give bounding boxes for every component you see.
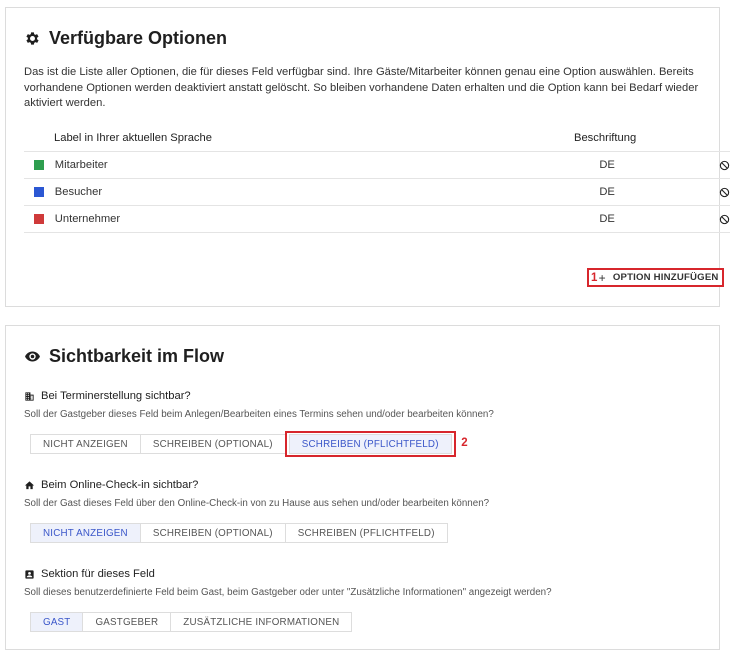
- column-header-label: Label in Ihrer aktuellen Sprache: [54, 132, 212, 144]
- visibility-title: Sichtbarkeit im Flow: [24, 346, 224, 367]
- section-field-heading: Sektion für dieses Feld: [24, 568, 155, 580]
- home-icon: [24, 480, 35, 491]
- color-swatch: [34, 160, 44, 170]
- section-heading-text: Beim Online-Check-in sichtbar?: [41, 479, 199, 491]
- options-title: Verfügbare Optionen: [24, 28, 227, 49]
- options-description: Das ist die Liste aller Optionen, die fü…: [24, 66, 699, 109]
- segment-option[interactable]: GAST: [30, 612, 84, 632]
- options-title-text: Verfügbare Optionen: [49, 28, 228, 48]
- section-appointment-hint: Soll der Gastgeber dieses Feld beim Anle…: [24, 409, 494, 420]
- eye-icon: [24, 348, 41, 365]
- ban-icon[interactable]: [707, 187, 730, 198]
- visibility-title-text: Sichtbarkeit im Flow: [49, 346, 225, 366]
- options-card: Verfügbare Optionen Das ist die Liste al…: [5, 7, 730, 307]
- gear-icon: [24, 30, 41, 47]
- segment-option[interactable]: SCHREIBEN (PFLICHTFELD): [288, 434, 452, 454]
- table-row: Besucher DE: [24, 179, 730, 206]
- segment-option[interactable]: ZUSÄTZLICHE INFORMATIONEN: [170, 612, 353, 632]
- table-header: Label in Ihrer aktuellen Sprache Beschri…: [24, 132, 730, 152]
- option-label: Besucher: [54, 186, 103, 198]
- option-language: DE: [599, 186, 615, 198]
- column-header-description: Beschriftung: [574, 132, 637, 144]
- segment-option[interactable]: SCHREIBEN (PFLICHTFELD): [284, 523, 448, 543]
- table-row: Unternehmer DE: [24, 206, 730, 233]
- building-icon: [24, 391, 35, 402]
- checkin-visibility-group: NICHT ANZEIGEN SCHREIBEN (OPTIONAL) SCHREI…: [30, 523, 448, 543]
- appointment-visibility-group: NICHT ANZEIGEN SCHREIBEN (OPTIONAL) SCHREI…: [30, 431, 468, 457]
- contact-card-icon: [24, 569, 35, 580]
- color-swatch: [34, 214, 44, 224]
- option-language: DE: [599, 213, 615, 225]
- annotation-badge: 1: [591, 271, 598, 284]
- ban-icon[interactable]: [707, 214, 730, 225]
- color-swatch: [34, 187, 44, 197]
- visibility-card: Sichtbarkeit im Flow Bei Terminerstellun…: [5, 325, 720, 650]
- section-field-hint: Soll dieses benutzerdefinierte Feld beim…: [24, 587, 552, 598]
- option-label: Unternehmer: [54, 213, 121, 225]
- section-checkin-hint: Soll der Gast dieses Feld über den Onlin…: [24, 498, 490, 509]
- add-option-button[interactable]: 1 + OPTION HINZUFÜGEN: [587, 268, 724, 287]
- segment-option[interactable]: SCHREIBEN (OPTIONAL): [139, 523, 286, 543]
- segment-option[interactable]: NICHT ANZEIGEN: [30, 434, 141, 454]
- section-heading-text: Sektion für dieses Feld: [41, 568, 155, 580]
- section-checkin-heading: Beim Online-Check-in sichtbar?: [24, 479, 198, 491]
- add-option-label: OPTION HINZUFÜGEN: [612, 272, 719, 283]
- field-section-group: GAST GASTGEBER ZUSÄTZLICHE INFORMATIONEN: [30, 612, 353, 632]
- ban-icon[interactable]: [707, 160, 730, 171]
- segment-option[interactable]: GASTGEBER: [82, 612, 172, 632]
- table-row: Mitarbeiter DE: [24, 152, 730, 179]
- options-table: Label in Ihrer aktuellen Sprache Beschri…: [24, 132, 730, 233]
- highlight-frame: SCHREIBEN (PFLICHTFELD) 2: [284, 431, 468, 457]
- option-label: Mitarbeiter: [54, 159, 108, 171]
- segment-option[interactable]: NICHT ANZEIGEN: [30, 523, 141, 543]
- annotation-badge: 2: [461, 437, 468, 449]
- section-appointment-heading: Bei Terminerstellung sichtbar?: [24, 390, 191, 402]
- plus-icon: +: [598, 270, 606, 285]
- section-heading-text: Bei Terminerstellung sichtbar?: [41, 390, 191, 402]
- option-language: DE: [599, 159, 615, 171]
- segment-option[interactable]: SCHREIBEN (OPTIONAL): [139, 434, 286, 454]
